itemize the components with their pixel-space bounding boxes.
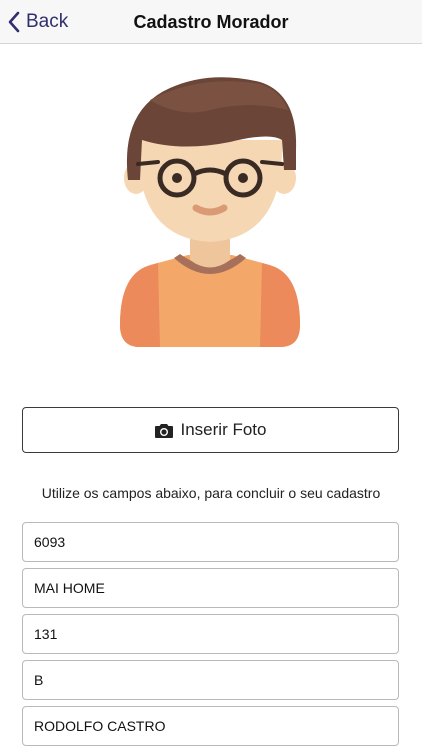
form-field-4[interactable] <box>22 660 399 700</box>
chevron-left-icon <box>8 11 20 33</box>
camera-icon <box>154 423 173 438</box>
form-field-2[interactable] <box>22 568 399 608</box>
back-button-label: Back <box>26 11 69 32</box>
back-button[interactable]: Back <box>8 8 68 36</box>
insert-photo-label: Inserir Foto <box>180 420 267 439</box>
insert-photo-button[interactable]: Inserir Foto <box>22 407 399 453</box>
user-avatar-illustration <box>120 77 300 347</box>
instruction-text: Utilize os campos abaixo, para concluir … <box>41 485 381 501</box>
form-field-5[interactable] <box>22 706 399 746</box>
form-field-1[interactable] <box>22 522 399 562</box>
navigation-bar: Back Cadastro Morador <box>0 0 422 44</box>
form-field-3[interactable] <box>22 614 399 654</box>
